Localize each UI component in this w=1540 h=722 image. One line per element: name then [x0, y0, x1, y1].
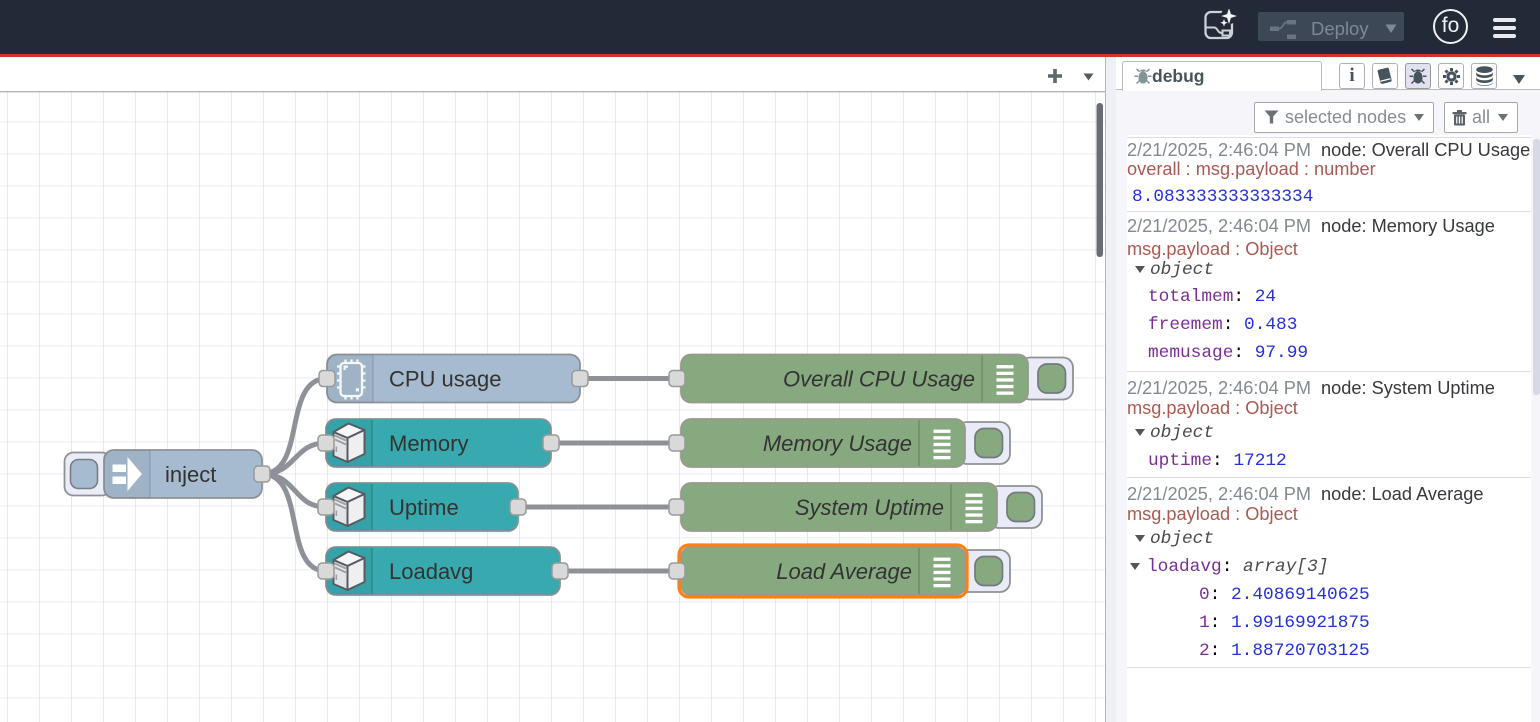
svg-text:Memory Usage: Memory Usage — [763, 431, 912, 456]
svg-text:Loadavg: Loadavg — [389, 559, 473, 584]
svg-text:Memory: Memory — [389, 431, 468, 456]
svg-text:CPU usage: CPU usage — [389, 367, 502, 392]
svg-text:inject: inject — [165, 462, 216, 487]
svg-text:Overall CPU Usage: Overall CPU Usage — [783, 367, 975, 392]
svg-text:System Uptime: System Uptime — [795, 495, 944, 520]
svg-text:Uptime: Uptime — [389, 495, 459, 520]
svg-text:Load Average: Load Average — [776, 559, 912, 584]
